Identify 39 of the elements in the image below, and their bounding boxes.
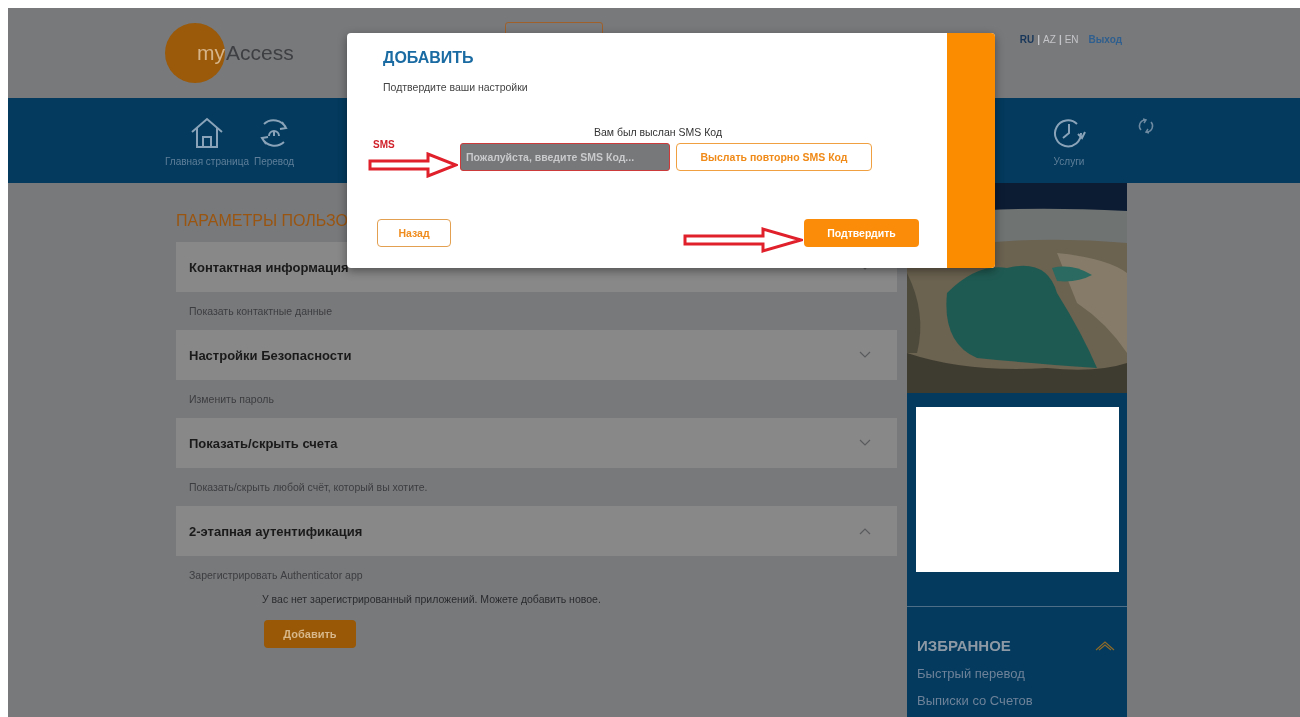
section-header[interactable]: Настройки Безопасности [176, 330, 897, 380]
add-button[interactable]: Добавить [264, 620, 356, 648]
modal-subtitle: Подтвердите ваши настройки [382, 81, 529, 93]
section-title: Контактная информация [189, 259, 349, 275]
sync-icon[interactable] [1137, 118, 1155, 134]
logo-my: my [165, 23, 225, 83]
section-title: 2-этапная аутентификация [189, 523, 363, 539]
chevron-up-icon[interactable] [1095, 640, 1115, 651]
section-link[interactable]: Зарегистрировать Authenticator app [176, 556, 363, 594]
section-title: Настройки Безопасности [189, 347, 352, 363]
logo[interactable]: myAccess [165, 23, 294, 83]
section-link[interactable]: Изменить пароль [176, 380, 274, 418]
confirm-button[interactable]: Подтвердить [804, 219, 919, 247]
language-link[interactable]: RU [1019, 34, 1035, 45]
section-title: Показать/скрыть счета [189, 435, 338, 451]
page-title: ПАРАМЕТРЫ ПОЛЬЗО [176, 212, 348, 231]
annotation-label: SMS [373, 139, 395, 150]
favorites-title: ИЗБРАННОЕ [917, 637, 1011, 654]
favorite-link[interactable]: Выписки со Счетов [907, 681, 1127, 708]
separator: | [1058, 34, 1062, 45]
favorite-link[interactable]: Быстрый перевод [907, 654, 1127, 681]
nav-item[interactable]: Услуги [1051, 98, 1087, 167]
logout-link[interactable]: Выход [1088, 34, 1122, 45]
section-header[interactable]: Показать/скрыть счета [176, 418, 897, 468]
language-link[interactable]: EN [1064, 34, 1079, 45]
modal-title: ДОБАВИТЬ [382, 49, 475, 67]
separator: | [1037, 34, 1041, 45]
clock-icon [1051, 116, 1087, 150]
info-message: У вас нет зарегистрированный приложений. Можете добавить новое. [262, 592, 601, 607]
nav-item[interactable]: Главная страница [165, 98, 249, 167]
section-link[interactable]: Показать контактные данные [176, 292, 332, 330]
resend-sms-button[interactable]: Выслать повторно SMS Код [676, 143, 872, 171]
section-header[interactable]: 2-этапная аутентификация [176, 506, 897, 556]
sms-notice: Вам был выслан SMS Код [592, 126, 724, 138]
back-button[interactable]: Назад [377, 219, 451, 247]
nav-item[interactable]: Перевод [253, 98, 295, 167]
sms-code-field[interactable]: Пожалуйста, введите SMS Код... [460, 143, 670, 171]
language-link[interactable]: AZ [1043, 34, 1056, 45]
logo-access: Access [226, 41, 294, 65]
